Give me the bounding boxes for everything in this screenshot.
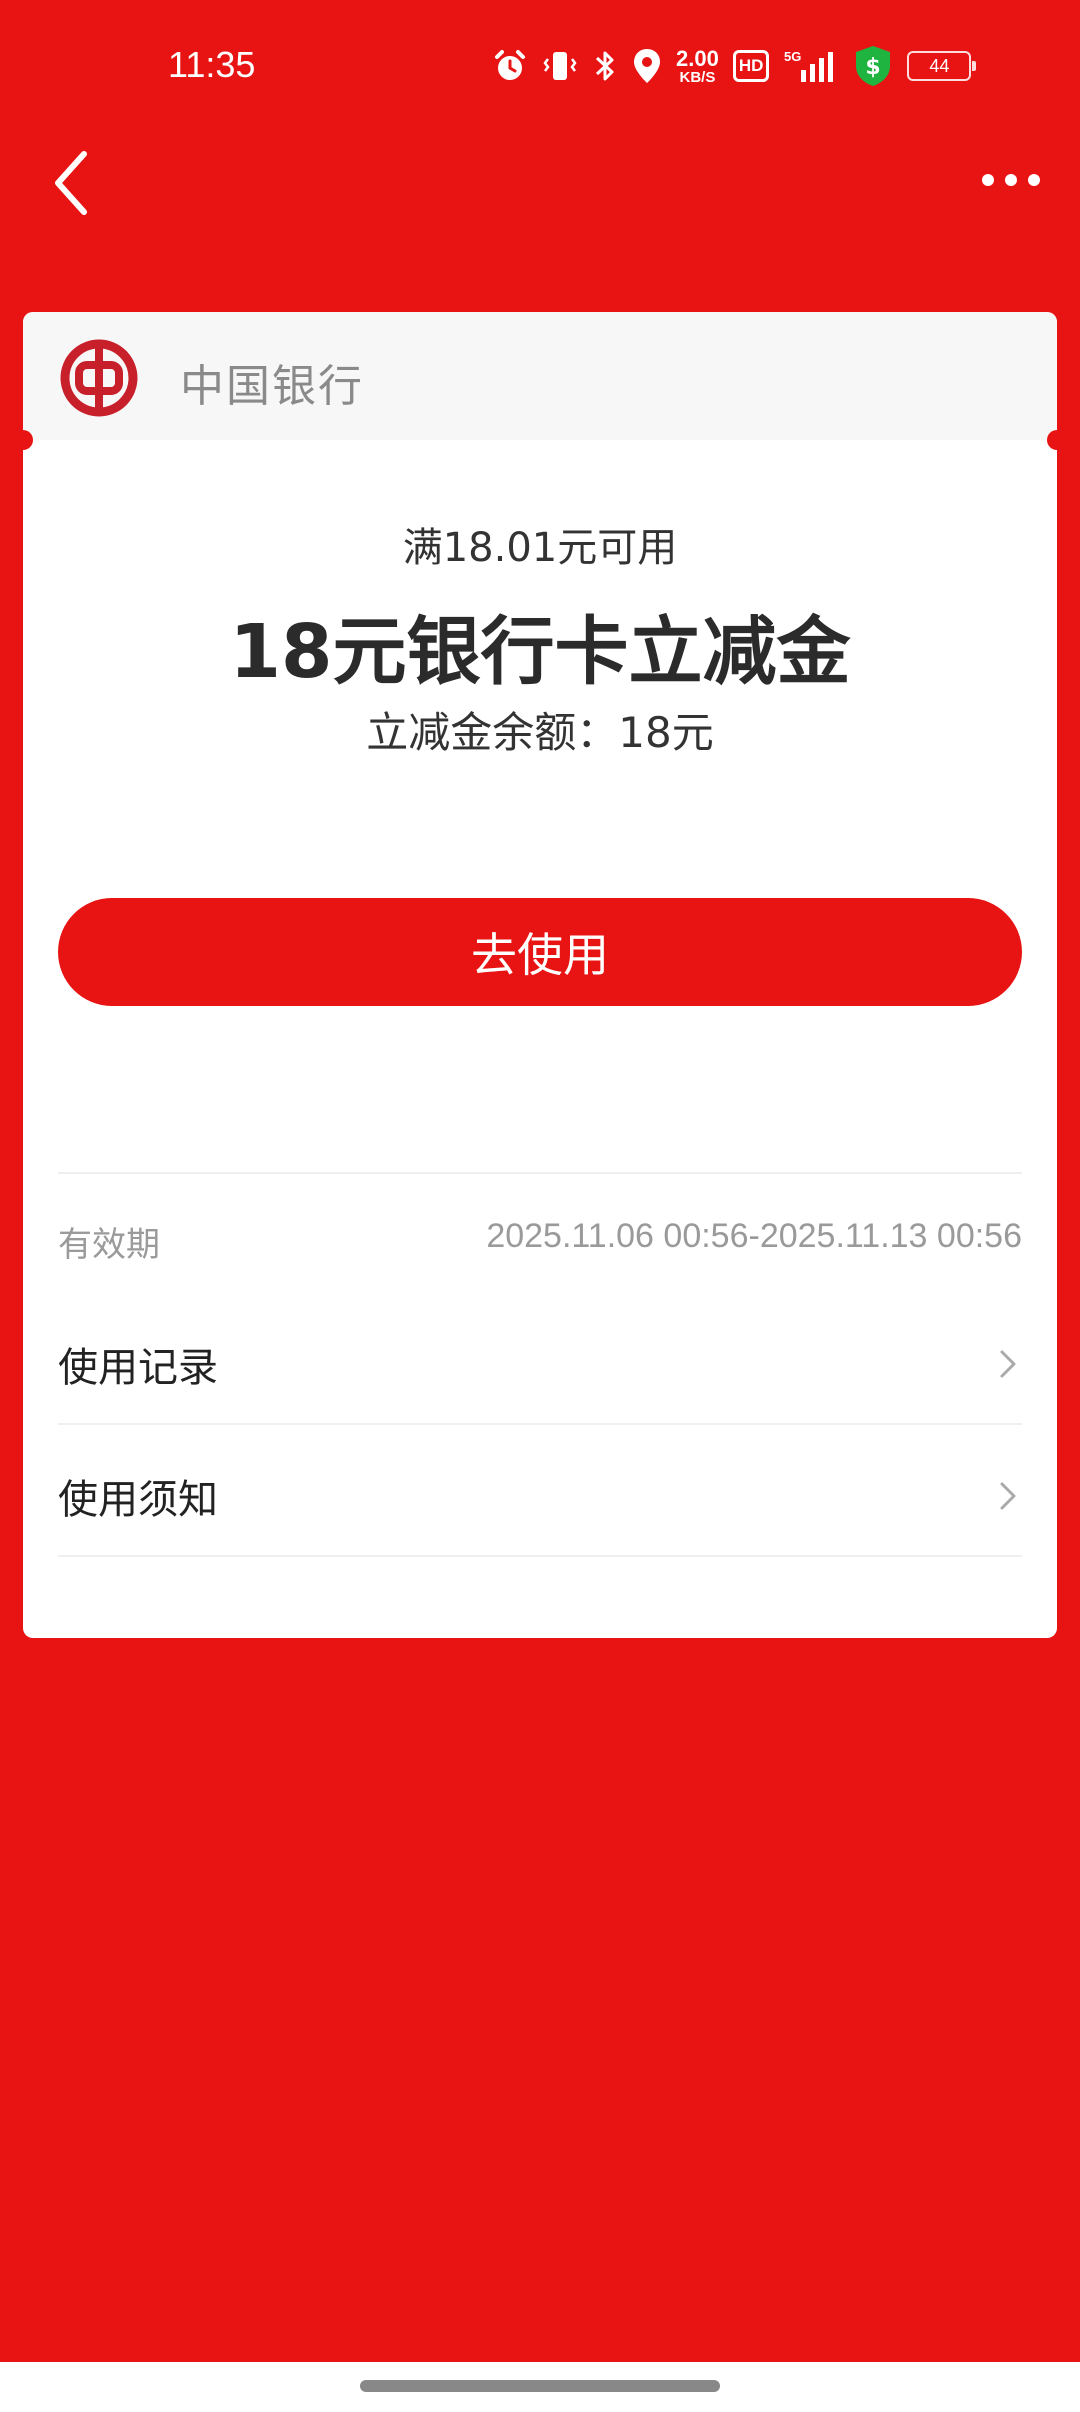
alarm-icon — [492, 48, 528, 84]
status-bar: 11:35 2.00 KB/S HD 5G $ 44 — [0, 0, 1080, 140]
more-dots-icon — [982, 174, 1040, 186]
usage-notice-label: 使用须知 — [58, 1477, 218, 1523]
coupon-title: 18元银行卡立减金 — [229, 609, 851, 695]
back-arrow-icon — [55, 151, 87, 215]
card-notch-right — [1047, 430, 1057, 450]
back-button[interactable] — [48, 148, 98, 218]
shield-dollar-icon: $ — [853, 44, 893, 88]
coupon-card: 中国银行 满18.01元可用 18元银行卡立减金 立减金余额：18元 去使用 有… — [23, 312, 1057, 1638]
usage-condition: 满18.01元可用 — [402, 525, 678, 571]
bank-of-china-logo-icon — [60, 339, 138, 417]
card-header: 中国银行 — [23, 312, 1057, 440]
divider — [58, 1423, 1022, 1425]
usage-notice-row[interactable]: 使用须知 — [58, 1436, 1022, 1556]
location-icon — [632, 47, 662, 85]
validity-value: 2025.11.06 00:56-2025.11.13 00:56 — [486, 1217, 1022, 1255]
status-icons: 2.00 KB/S HD 5G $ 44 — [492, 44, 977, 88]
more-button[interactable] — [976, 160, 1046, 200]
usage-record-label: 使用记录 — [58, 1345, 218, 1391]
hd-badge: HD — [732, 50, 770, 82]
chevron-right-icon — [1000, 1350, 1016, 1378]
coupon-balance: 立减金余额：18元 — [366, 708, 714, 757]
net-speed: 2.00 KB/S — [676, 45, 719, 86]
validity-label: 有效期 — [58, 1225, 160, 1265]
signal-icon: 5G — [783, 48, 839, 84]
bank-name: 中国银行 — [180, 361, 364, 412]
battery-icon: 44 — [907, 51, 977, 81]
status-time: 11:35 — [168, 44, 256, 85]
svg-text:$: $ — [866, 55, 881, 80]
usage-record-row[interactable]: 使用记录 — [58, 1304, 1022, 1424]
network-label: 5G — [784, 49, 801, 64]
home-indicator[interactable] — [360, 2380, 720, 2392]
divider — [58, 1172, 1022, 1174]
vibrate-icon — [542, 48, 578, 84]
use-now-button[interactable]: 去使用 — [58, 898, 1022, 1006]
divider — [58, 1555, 1022, 1557]
bluetooth-icon — [592, 48, 618, 84]
chevron-right-icon — [1000, 1482, 1016, 1510]
